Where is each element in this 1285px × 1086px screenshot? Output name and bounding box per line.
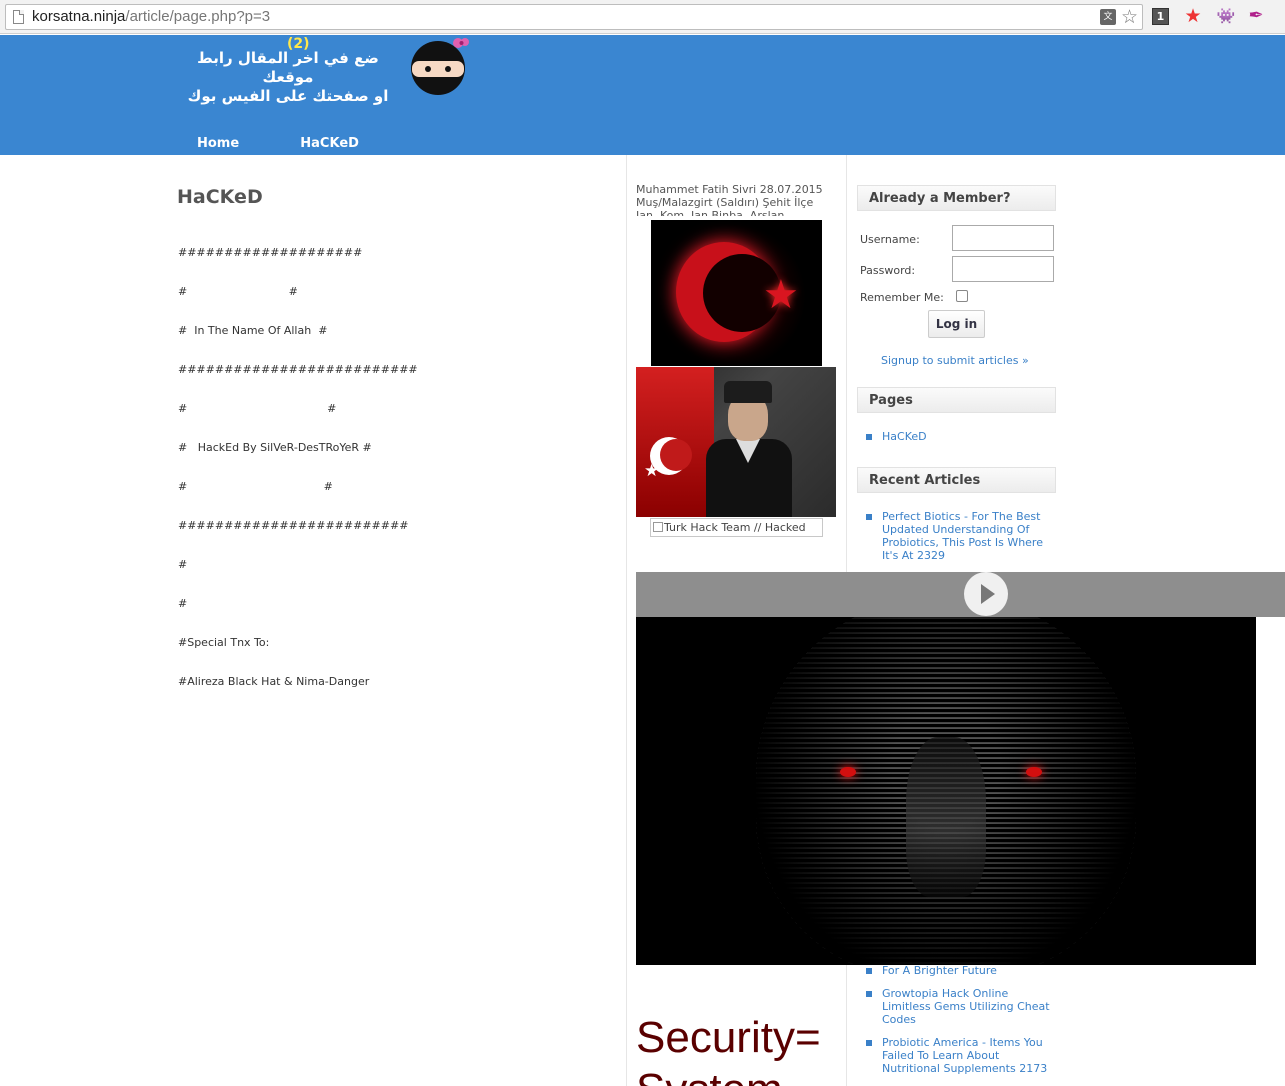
address-bar[interactable]: korsatna.ninja/article/page.php?p=3 文 ☆ <box>5 4 1143 30</box>
member-widget-heading: Already a Member? <box>857 185 1056 211</box>
translate-icon[interactable]: 文 <box>1100 9 1116 25</box>
pages-list: HaCKeD <box>866 430 1058 453</box>
recent-articles-list: Perfect Biotics - For The Best Updated U… <box>866 510 1058 572</box>
recent-widget-heading: Recent Articles <box>857 467 1056 493</box>
extension-ghost-icon[interactable]: 👾 <box>1216 6 1236 26</box>
remember-label: Remember Me: <box>860 291 944 304</box>
site-header: (2) ضع في اخر المقال رابط موقعك او صفحتك… <box>0 35 1285 155</box>
nav-hacked[interactable]: HaCKeD <box>300 136 359 151</box>
recent-article-link[interactable]: Growtopia Hack Online Limitless Gems Uti… <box>866 987 1058 1026</box>
broken-image: Turk Hack Team // Hacked <box>650 518 823 537</box>
extension-star-icon[interactable]: ★ <box>1183 6 1203 26</box>
page-link-hacked[interactable]: HaCKeD <box>866 430 1058 443</box>
remember-checkbox[interactable] <box>956 290 968 302</box>
broken-image-icon <box>653 522 663 532</box>
signup-link[interactable]: Signup to submit articles » <box>881 354 1029 367</box>
page-icon <box>13 10 24 24</box>
extension-badge-icon[interactable]: 1 <box>1152 8 1169 25</box>
article-body: #################### # # # In The Name O… <box>178 246 418 688</box>
recent-articles-list-continued: For A Brighter Future Growtopia Hack Onl… <box>866 964 1058 1085</box>
bookmark-star-icon[interactable]: ☆ <box>1121 6 1138 28</box>
url-text[interactable]: korsatna.ninja/article/page.php?p=3 <box>32 8 270 25</box>
ninja-logo-icon[interactable] <box>398 35 478 97</box>
banner-text: ضع في اخر المقال رابط موقعك او صفحتك على… <box>187 49 389 105</box>
video-frame[interactable] <box>636 617 1256 965</box>
recent-article-link[interactable]: Perfect Biotics - For The Best Updated U… <box>866 510 1058 562</box>
security-banner-text: Security= System <box>636 1013 821 1086</box>
nav-home[interactable]: Home <box>197 136 239 151</box>
recent-article-link[interactable]: Probiotic America - Items You Failed To … <box>866 1036 1058 1075</box>
video-control-bar[interactable] <box>636 572 1285 617</box>
extension-feather-icon[interactable]: ✒ <box>1246 6 1266 26</box>
turkish-flag-image: ★ <box>651 220 822 366</box>
login-button[interactable]: Log in <box>928 310 985 338</box>
password-input[interactable] <box>952 256 1054 282</box>
column-divider <box>626 155 627 1086</box>
password-label: Password: <box>860 264 916 277</box>
play-icon[interactable] <box>964 572 1008 616</box>
portrait-image: ★ <box>636 367 836 517</box>
username-label: Username: <box>860 233 920 246</box>
pages-widget-heading: Pages <box>857 387 1056 413</box>
memorial-text: Muhammet Fatih Sivri 28.07.2015 Muş/Mala… <box>636 183 823 216</box>
recent-article-link[interactable]: For A Brighter Future <box>866 964 1058 977</box>
main-nav: Home HaCKeD <box>197 132 415 151</box>
username-input[interactable] <box>952 225 1054 251</box>
article-title: HaCKeD <box>177 186 263 208</box>
browser-toolbar: korsatna.ninja/article/page.php?p=3 文 ☆ … <box>0 0 1285 34</box>
